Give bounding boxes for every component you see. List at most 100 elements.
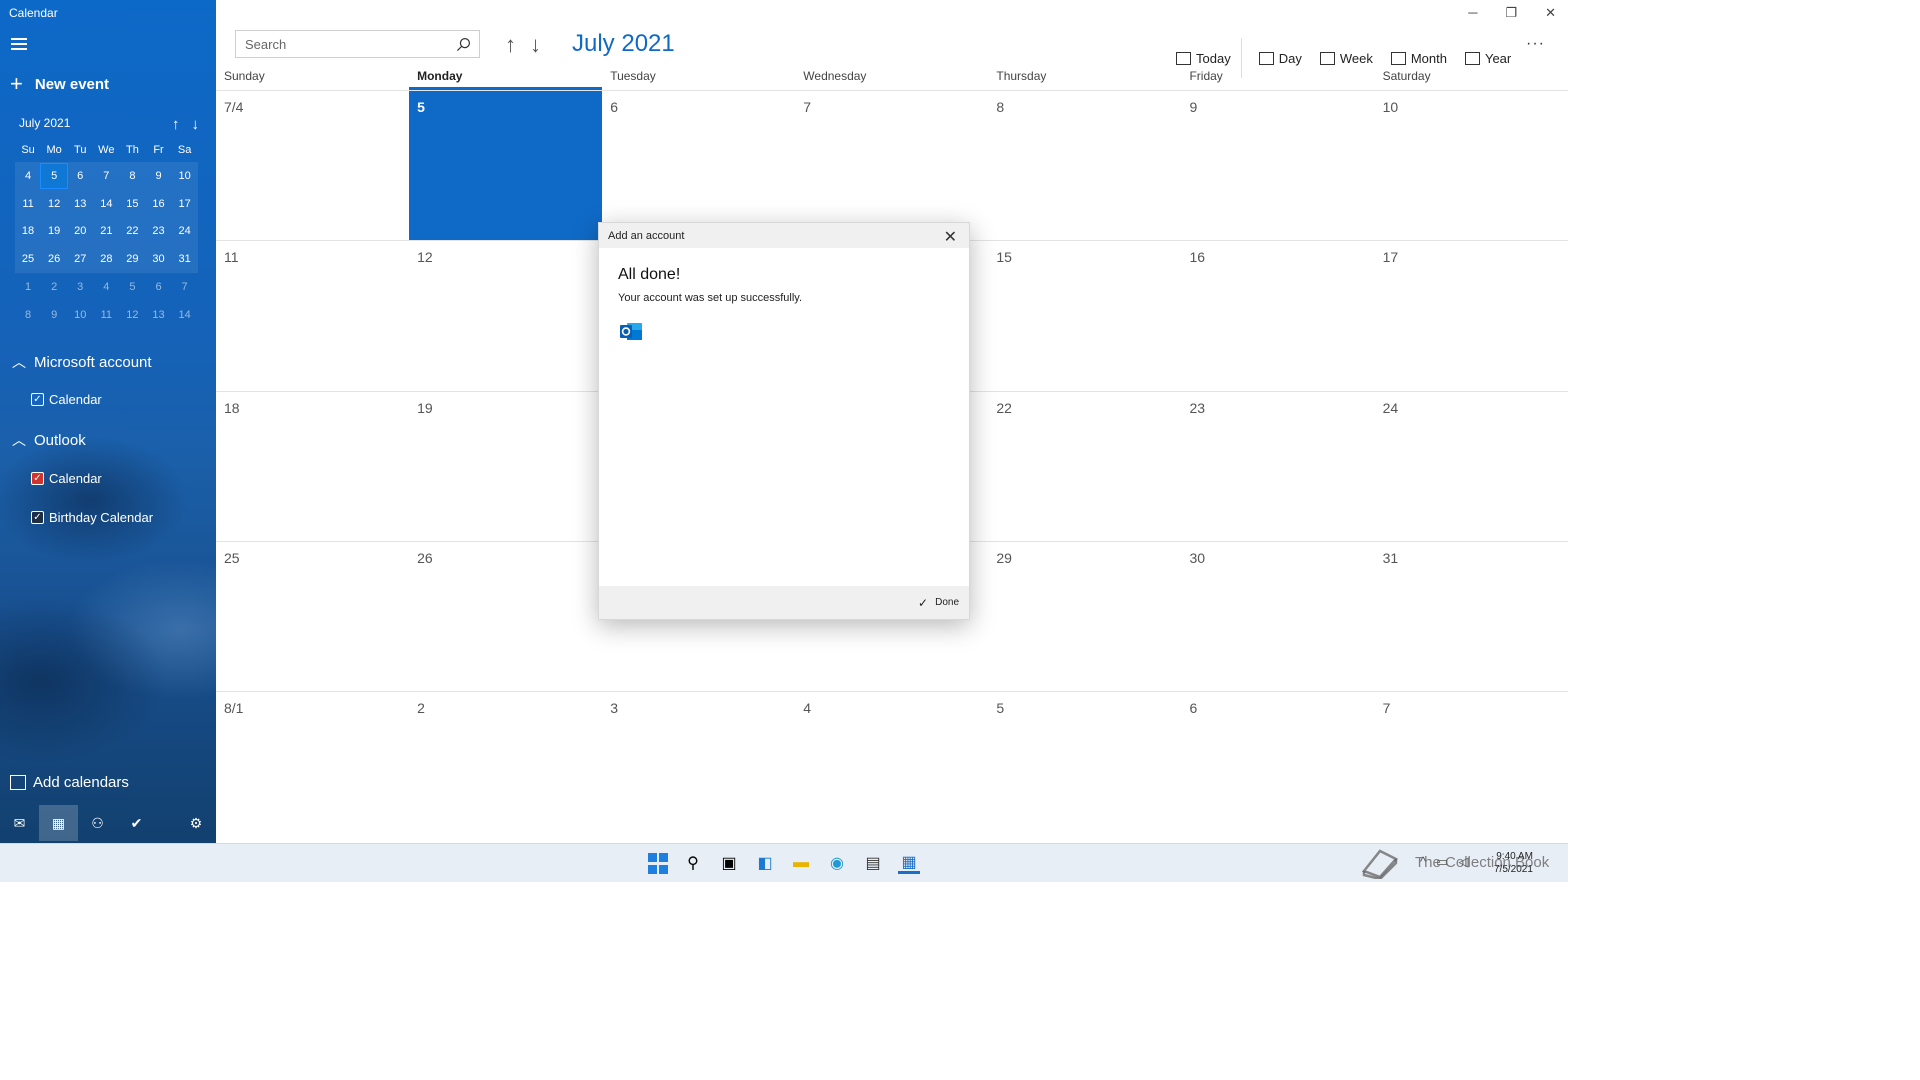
mini-day[interactable]: 4 [93,281,119,293]
mini-day[interactable]: 12 [41,198,67,210]
day-cell[interactable]: 11 [216,241,409,390]
year-view-button[interactable]: Year [1464,51,1511,66]
day-cell[interactable]: 26 [409,542,602,691]
mini-day[interactable]: 5 [119,281,145,293]
mini-day[interactable]: 4 [15,170,41,182]
search-icon[interactable] [456,37,471,52]
day-cell[interactable]: 15 [988,241,1181,390]
day-cell[interactable]: 22 [988,392,1181,541]
add-calendars-button[interactable]: Add calendars [10,774,129,791]
mini-day[interactable]: 3 [67,281,93,293]
calendar-app-taskbar-icon[interactable]: ▦ [898,852,920,874]
next-period-arrow-icon[interactable]: ↓ [530,32,541,58]
day-cell[interactable]: 8 [988,91,1181,240]
people-icon[interactable]: ⚇ [78,805,117,841]
widgets-icon[interactable]: ◧ [754,852,776,874]
day-cell[interactable]: 7/4 [216,91,409,240]
close-window-icon[interactable]: ✕ [1545,5,1556,21]
day-cell[interactable]: 10 [1375,91,1568,240]
mini-day[interactable]: 11 [15,198,41,210]
mini-day[interactable]: 19 [41,225,67,237]
day-cell[interactable]: 25 [216,542,409,691]
checkbox-checked-icon[interactable]: ✓ [31,511,44,524]
mini-day[interactable]: 9 [145,170,171,182]
mini-day[interactable]: 20 [67,225,93,237]
previous-period-arrow-icon[interactable]: ↑ [505,32,516,58]
calendar-toggle-birthday-calendar[interactable]: ✓ Birthday Calendar [31,510,153,525]
checkbox-checked-icon[interactable]: ✓ [31,472,44,485]
day-cell[interactable]: 18 [216,392,409,541]
day-cell[interactable]: 23 [1181,392,1374,541]
mini-day[interactable]: 25 [15,253,41,265]
todo-icon[interactable]: ✔ [117,805,156,841]
checkmark-icon[interactable]: ✓ [918,596,928,610]
month-view-button[interactable]: Month [1390,51,1447,66]
day-cell[interactable]: 3 [602,692,795,841]
month-title[interactable]: July 2021 [572,30,675,58]
calendar-icon[interactable]: ▦ [39,805,78,841]
checkbox-checked-icon[interactable]: ✓ [31,393,44,406]
mini-day[interactable]: 2 [41,281,67,293]
mini-day[interactable]: 1 [15,281,41,293]
calendar-toggle-outlook-calendar[interactable]: ✓ Calendar [31,471,102,486]
day-cell[interactable]: 4 [795,692,988,841]
today-button[interactable]: Today [1176,51,1231,66]
day-cell[interactable]: 17 [1375,241,1568,390]
mini-day[interactable]: 10 [67,309,93,321]
mini-day[interactable]: 24 [172,225,198,237]
mini-day[interactable]: 18 [15,225,41,237]
mini-day[interactable]: 8 [15,309,41,321]
day-cell[interactable]: 9 [1181,91,1374,240]
done-button[interactable]: Done [935,597,959,608]
close-icon[interactable]: ✕ [944,227,957,247]
mini-day[interactable]: 21 [93,225,119,237]
mini-day[interactable]: 9 [41,309,67,321]
mini-day[interactable]: 10 [172,170,198,182]
day-cell[interactable]: 12 [409,241,602,390]
day-cell[interactable]: 6 [602,91,795,240]
mini-day[interactable]: 14 [93,198,119,210]
mini-calendar-month[interactable]: July 2021 [19,116,70,133]
day-cell[interactable]: 7 [795,91,988,240]
mini-day[interactable]: 11 [93,309,119,321]
mini-day-today[interactable]: 5 [40,162,69,189]
mini-day[interactable]: 30 [145,253,171,265]
mini-day[interactable]: 15 [119,198,145,210]
mini-next-arrow-icon[interactable]: ↓ [192,116,200,133]
edge-browser-icon[interactable]: ◉ [826,852,848,874]
day-cell-today[interactable]: 5 [409,91,603,241]
mini-day[interactable]: 7 [93,170,119,182]
hamburger-menu-icon[interactable] [11,38,27,52]
week-view-button[interactable]: Week [1319,51,1373,66]
day-cell[interactable]: 6 [1181,692,1374,841]
account-microsoft[interactable]: ︿ Microsoft account [12,352,152,372]
day-cell[interactable]: 29 [988,542,1181,691]
day-view-button[interactable]: Day [1258,51,1302,66]
calendar-toggle-microsoft-calendar[interactable]: ✓ Calendar [31,392,102,407]
mini-day[interactable]: 7 [172,281,198,293]
day-cell[interactable]: 5 [988,692,1181,841]
new-event-button[interactable]: + New event [10,73,109,95]
mini-day[interactable]: 6 [145,281,171,293]
mini-day[interactable]: 14 [172,309,198,321]
search-input[interactable]: Search [235,30,480,58]
mini-day[interactable]: 27 [67,253,93,265]
taskbar-search-icon[interactable]: ⚲ [682,852,704,874]
mini-day[interactable]: 22 [119,225,145,237]
day-cell[interactable]: 31 [1375,542,1568,691]
mini-day[interactable]: 31 [172,253,198,265]
day-cell[interactable]: 30 [1181,542,1374,691]
day-cell[interactable]: 7 [1375,692,1568,841]
more-options-icon[interactable]: ··· [1526,35,1545,53]
file-explorer-icon[interactable]: ▬ [790,852,812,874]
account-outlook[interactable]: ︿ Outlook [12,430,86,450]
mini-day[interactable]: 8 [119,170,145,182]
mini-day[interactable]: 29 [119,253,145,265]
settings-gear-icon[interactable]: ⚙ [176,805,216,841]
mini-day[interactable]: 17 [172,198,198,210]
mail-icon[interactable]: ✉ [0,805,39,841]
mini-day[interactable]: 28 [93,253,119,265]
mini-day[interactable]: 6 [67,170,93,182]
day-cell[interactable]: 19 [409,392,602,541]
start-windows-icon[interactable] [648,852,668,874]
